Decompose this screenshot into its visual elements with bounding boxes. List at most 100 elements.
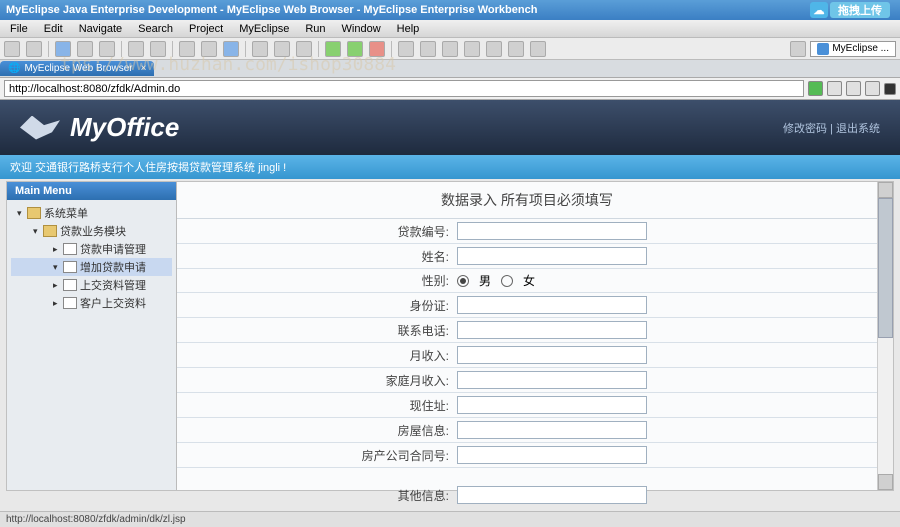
page-icon	[63, 297, 77, 309]
radio-male[interactable]	[457, 275, 469, 287]
expand-icon[interactable]: ▾	[17, 208, 27, 219]
perspective-button[interactable]: MyEclipse ...	[810, 41, 896, 57]
tab-browser[interactable]: 🌐 MyEclipse Web Browser ×	[0, 61, 154, 76]
collapse-icon[interactable]: ▸	[53, 298, 63, 309]
tool-icon[interactable]	[442, 41, 458, 57]
tool-icon[interactable]	[296, 41, 312, 57]
tool-icon[interactable]	[179, 41, 195, 57]
menu-help[interactable]: Help	[391, 21, 426, 37]
menu-navigate[interactable]: Navigate	[73, 21, 128, 37]
scroll-up-icon[interactable]	[878, 182, 893, 198]
menu-edit[interactable]: Edit	[38, 21, 69, 37]
menu-file[interactable]: File	[4, 21, 34, 37]
input-phone[interactable]	[457, 321, 647, 339]
go-icon[interactable]	[808, 81, 823, 96]
input-house-info[interactable]	[457, 421, 647, 439]
tree-item-loan-apply[interactable]: ▸ 贷款申请管理	[11, 240, 172, 258]
tree-label: 贷款申请管理	[80, 241, 146, 257]
input-address[interactable]	[457, 396, 647, 414]
label-loan-no: 贷款编号:	[177, 223, 457, 240]
close-icon[interactable]: ×	[141, 63, 147, 74]
save-icon[interactable]	[26, 41, 42, 57]
input-idcard[interactable]	[457, 296, 647, 314]
app-header: MyOffice 修改密码 | 退出系统	[0, 100, 900, 155]
status-text: http://localhost:8080/zfdk/admin/dk/zl.j…	[6, 514, 186, 525]
tool-icon[interactable]	[55, 41, 71, 57]
menu-search[interactable]: Search	[132, 21, 179, 37]
perspective-switcher-icon[interactable]	[790, 41, 806, 57]
label-gender: 性别:	[177, 272, 457, 289]
tool-icon[interactable]	[530, 41, 546, 57]
input-contract-no[interactable]	[457, 446, 647, 464]
tab-label: MyEclipse Web Browser	[24, 63, 132, 74]
run-icon[interactable]	[347, 41, 363, 57]
stop-icon[interactable]	[884, 83, 896, 95]
change-password-link[interactable]: 修改密码	[783, 123, 827, 135]
tree-item-customer-docs[interactable]: ▸ 客户上交资料	[11, 294, 172, 312]
input-family-income[interactable]	[457, 371, 647, 389]
logo-icon	[20, 116, 60, 140]
sidebar-title: Main Menu	[7, 182, 176, 200]
cloud-icon[interactable]: ☁	[810, 2, 828, 18]
tool-icon[interactable]	[398, 41, 414, 57]
myeclipse-icon	[817, 43, 829, 55]
form-title: 数据录入 所有项目必须填写	[177, 182, 877, 219]
tool-icon[interactable]	[274, 41, 290, 57]
label-house-info: 房屋信息:	[177, 422, 457, 439]
nav-icon[interactable]	[827, 81, 842, 96]
tree-module[interactable]: ▾ 贷款业务模块	[11, 222, 172, 240]
run-icon[interactable]	[325, 41, 341, 57]
input-loan-no[interactable]	[457, 222, 647, 240]
tool-icon[interactable]	[464, 41, 480, 57]
tool-icon[interactable]	[420, 41, 436, 57]
input-other[interactable]	[457, 486, 647, 504]
tool-icon[interactable]	[252, 41, 268, 57]
menu-myeclipse[interactable]: MyEclipse	[233, 21, 295, 37]
nav-icon[interactable]	[865, 81, 880, 96]
tool-icon[interactable]	[77, 41, 93, 57]
tool-icon[interactable]	[486, 41, 502, 57]
tool-icon[interactable]	[150, 41, 166, 57]
folder-icon	[43, 225, 57, 237]
input-name[interactable]	[457, 247, 647, 265]
label-idcard: 身份证:	[177, 297, 457, 314]
welcome-text: 欢迎 交通银行路桥支行个人住房按揭贷款管理系统 jingli !	[10, 162, 286, 174]
new-icon[interactable]	[4, 41, 20, 57]
tree-root[interactable]: ▾ 系统菜单	[11, 204, 172, 222]
menu-run[interactable]: Run	[299, 21, 331, 37]
menu-project[interactable]: Project	[183, 21, 229, 37]
expand-icon[interactable]: ▾	[33, 226, 43, 237]
tool-icon[interactable]	[223, 41, 239, 57]
upload-badge[interactable]: 拖拽上传	[830, 2, 890, 18]
radio-male-label: 男	[479, 272, 491, 289]
nav-tree: ▾ 系统菜单 ▾ 贷款业务模块 ▸ 贷款申请管理 ▾ 增加贷款申请 ▸	[7, 200, 176, 316]
tool-icon[interactable]	[99, 41, 115, 57]
logout-link[interactable]: 退出系统	[836, 123, 880, 135]
stop-icon[interactable]	[369, 41, 385, 57]
url-input[interactable]: http://localhost:8080/zfdk/Admin.do	[4, 80, 804, 97]
scrollbar[interactable]	[877, 182, 893, 490]
tree-label: 贷款业务模块	[60, 223, 126, 239]
radio-female-label: 女	[523, 272, 535, 289]
label-address: 现住址:	[177, 397, 457, 414]
form-panel: 数据录入 所有项目必须填写 贷款编号: 姓名: 性别: 男 女 身份证: 联系电…	[177, 182, 877, 490]
radio-female[interactable]	[501, 275, 513, 287]
label-other: 其他信息:	[177, 487, 457, 504]
scroll-thumb[interactable]	[878, 198, 893, 338]
tree-item-docs[interactable]: ▸ 上交资料管理	[11, 276, 172, 294]
nav-icon[interactable]	[846, 81, 861, 96]
tool-icon[interactable]	[201, 41, 217, 57]
tool-icon[interactable]	[128, 41, 144, 57]
input-income[interactable]	[457, 346, 647, 364]
scroll-track[interactable]	[878, 198, 893, 474]
tree-item-add-loan[interactable]: ▾ 增加贷款申请	[11, 258, 172, 276]
main-split: Main Menu ▾ 系统菜单 ▾ 贷款业务模块 ▸ 贷款申请管理 ▾ 增加贷…	[6, 181, 894, 491]
scroll-down-icon[interactable]	[878, 474, 893, 490]
collapse-icon[interactable]: ▸	[53, 280, 63, 291]
expand-icon[interactable]: ▾	[53, 262, 63, 273]
tool-icon[interactable]	[508, 41, 524, 57]
collapse-icon[interactable]: ▸	[53, 244, 63, 255]
menu-window[interactable]: Window	[336, 21, 387, 37]
label-phone: 联系电话:	[177, 322, 457, 339]
browser-url-bar: http://localhost:8080/zfdk/Admin.do	[0, 78, 900, 100]
